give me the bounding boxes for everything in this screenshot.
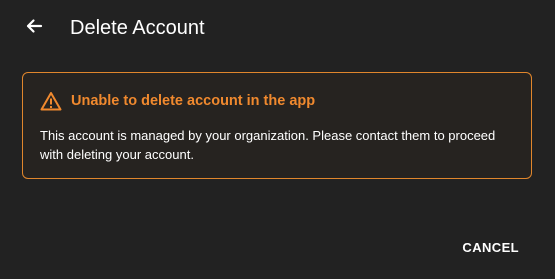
alert-header: Unable to delete account in the app	[40, 91, 315, 111]
page-title: Delete Account	[70, 17, 205, 39]
arrow-left-icon	[24, 16, 44, 41]
alert-message: This account is managed by your organiza…	[40, 128, 496, 162]
alert-title: Unable to delete account in the app	[71, 93, 316, 109]
back-button[interactable]	[20, 14, 48, 42]
warning-alert: Unable to delete account in the app This…	[22, 72, 532, 179]
cancel-button[interactable]: CANCEL	[462, 240, 519, 255]
warning-triangle-icon	[40, 91, 62, 111]
app-bar: Delete Account	[0, 0, 555, 56]
